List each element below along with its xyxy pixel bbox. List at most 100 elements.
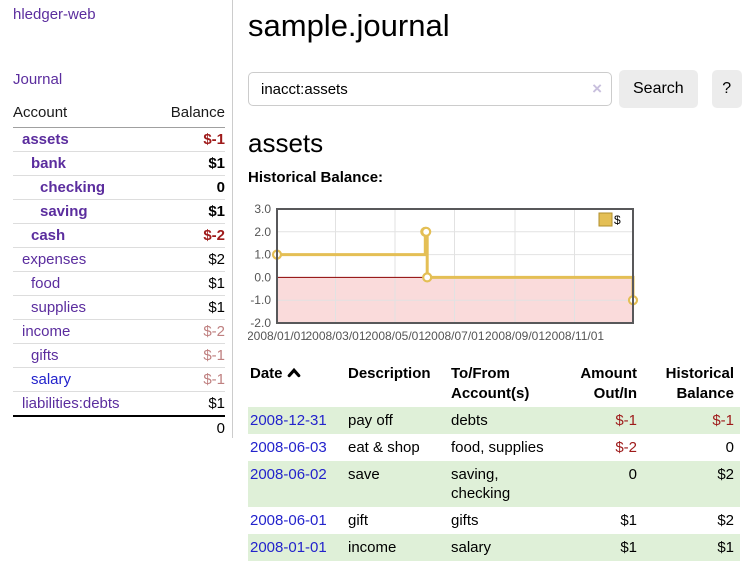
register-accounts: gifts — [449, 507, 559, 534]
search-input[interactable] — [248, 72, 612, 106]
y-tick-label: 0.0 — [254, 270, 271, 284]
register-date-link[interactable]: 2008-01-01 — [250, 539, 327, 556]
accounts-total-row: 0 — [13, 416, 225, 440]
account-balance: $1 — [154, 392, 226, 417]
sidebar-account-bank[interactable]: bank — [31, 155, 66, 172]
sidebar-account-cash[interactable]: cash — [31, 227, 65, 244]
account-row: liabilities:debts $1 — [13, 392, 225, 417]
accounts-table: Account Balance assets$-1bank$1checking0… — [13, 102, 225, 440]
y-tick-label: -1.0 — [250, 293, 271, 307]
account-balance: $1 — [154, 200, 226, 224]
account-balance: $-1 — [154, 344, 226, 368]
register-header-description: Description — [346, 362, 449, 407]
help-button[interactable]: ? — [712, 70, 742, 108]
register-row[interactable]: 2008-06-03eat & shopfood, supplies$-20 — [248, 434, 740, 461]
register-date-link[interactable]: 2008-06-01 — [250, 512, 327, 529]
register-description: gift — [346, 507, 449, 534]
account-row: expenses $2 — [13, 248, 225, 272]
sidebar-account-checking[interactable]: checking — [40, 179, 105, 196]
register-amount: 0 — [559, 461, 643, 507]
register-accounts: debts — [449, 407, 559, 434]
register-amount: $1 — [559, 507, 643, 534]
accounts-header-account: Account — [13, 102, 154, 128]
register-header-accounts: To/From Account(s) — [449, 362, 559, 407]
sort-asc-icon — [287, 367, 301, 378]
account-row: supplies $1 — [13, 296, 225, 320]
register-amount: $-1 — [559, 407, 643, 434]
account-row: assets $-1 — [13, 128, 225, 152]
sidebar-account-food[interactable]: food — [31, 275, 60, 292]
x-tick-label: 2008/01/01 — [248, 329, 307, 343]
sidebar-account-supplies[interactable]: supplies — [31, 299, 86, 316]
sidebar: hledger-web Journal Account Balance asse… — [0, 0, 233, 438]
register-description: save — [346, 461, 449, 507]
register-accounts: food, supplies — [449, 434, 559, 461]
account-row: salary $-1 — [13, 368, 225, 392]
account-balance: $-2 — [154, 320, 226, 344]
sidebar-account-salary[interactable]: salary — [31, 371, 71, 388]
main-content: sample.journal × Search ? assets Histori… — [233, 0, 742, 582]
register-amount: $1 — [559, 534, 643, 561]
register-row[interactable]: 2008-12-31pay offdebts$-1$-1 — [248, 407, 740, 434]
page-title: sample.journal — [248, 8, 742, 44]
account-balance: $1 — [154, 152, 226, 176]
register-date-link[interactable]: 2008-06-02 — [250, 466, 327, 483]
register-header-balance: Historical Balance — [643, 362, 740, 407]
app-title-link[interactable]: hledger-web — [13, 6, 225, 23]
register-date-link[interactable]: 2008-06-03 — [250, 439, 327, 456]
register-balance: $2 — [643, 461, 740, 507]
chart-title: Historical Balance: — [248, 168, 742, 188]
register-date-link[interactable]: 2008-12-31 — [250, 412, 327, 429]
data-point-marker[interactable] — [423, 273, 431, 281]
account-balance: $-2 — [154, 224, 226, 248]
account-row: cash $-2 — [13, 224, 225, 248]
x-tick-label: 2008/03/01 — [305, 329, 365, 343]
sidebar-account-liabilities-debts[interactable]: liabilities:debts — [22, 395, 120, 412]
x-tick-label: 2008/05/01 — [365, 329, 425, 343]
register-description: income — [346, 534, 449, 561]
account-balance: $2 — [154, 248, 226, 272]
sidebar-account-saving[interactable]: saving — [40, 203, 88, 220]
register-accounts: salary — [449, 534, 559, 561]
y-tick-label: 2.0 — [254, 225, 271, 239]
register-row[interactable]: 2008-06-01giftgifts$1$2 — [248, 507, 740, 534]
register-description: pay off — [346, 407, 449, 434]
sidebar-account-gifts[interactable]: gifts — [31, 347, 59, 364]
account-balance: $1 — [154, 296, 226, 320]
account-row: food$1 — [13, 272, 225, 296]
register-amount: $-2 — [559, 434, 643, 461]
sidebar-account-assets[interactable]: assets — [22, 131, 69, 148]
account-row: checking0 — [13, 176, 225, 200]
x-tick-label: 2008/11/01 — [545, 329, 604, 343]
register-balance: $1 — [643, 534, 740, 561]
sidebar-account-expenses[interactable]: expenses — [22, 251, 86, 268]
legend-label: $ — [614, 213, 621, 227]
sidebar-account-income[interactable]: income — [22, 323, 70, 340]
search-row: × Search ? — [248, 70, 742, 108]
legend-swatch — [599, 213, 612, 226]
register-header-amount: Amount Out/In — [559, 362, 643, 407]
nav-journal-link[interactable]: Journal — [13, 71, 225, 88]
balance-chart: $3.02.01.00.0-1.0-2.02008/01/012008/03/0… — [248, 200, 742, 345]
clear-search-icon[interactable]: × — [592, 79, 602, 99]
account-row: bank $1 — [13, 152, 225, 176]
search-button[interactable]: Search — [619, 70, 698, 108]
account-balance: $-1 — [154, 128, 226, 152]
register-description: eat & shop — [346, 434, 449, 461]
register-row[interactable]: 2008-01-01incomesalary$1$1 — [248, 534, 740, 561]
y-tick-label: 3.0 — [254, 202, 271, 216]
search-box: × — [248, 72, 612, 106]
register-header-date-label: Date — [250, 365, 283, 382]
register-header-row: Date Description To/From Account(s) Amou… — [248, 362, 740, 407]
register-header-date[interactable]: Date — [248, 362, 346, 407]
account-row: gifts $-1 — [13, 344, 225, 368]
accounts-total-spacer — [13, 416, 154, 440]
x-tick-label: 2008/07/01 — [424, 329, 484, 343]
y-tick-label: 1.0 — [254, 248, 271, 262]
register-accounts: saving, checking — [449, 461, 559, 507]
register-row[interactable]: 2008-06-02 savesaving, checking0$2 — [248, 461, 740, 507]
register-table: Date Description To/From Account(s) Amou… — [248, 362, 740, 561]
data-point-marker[interactable] — [422, 228, 430, 236]
accounts-header-balance: Balance — [154, 102, 226, 128]
account-balance: $-1 — [154, 368, 226, 392]
